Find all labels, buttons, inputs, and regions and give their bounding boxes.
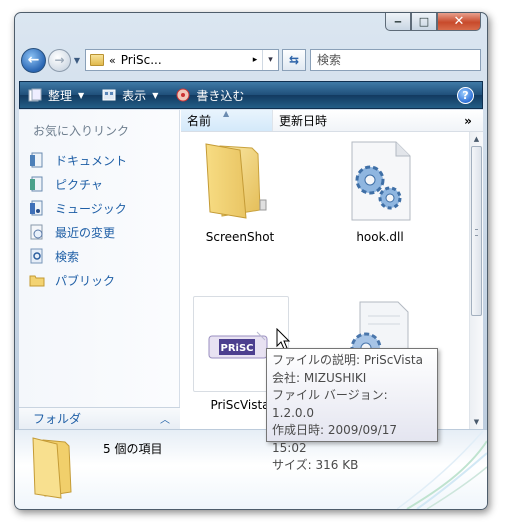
burn-label: 書き込む — [196, 88, 245, 103]
burn-button[interactable]: 書き込む — [176, 87, 244, 104]
search-icon — [30, 248, 43, 264]
chevron-down-icon: ▼ — [78, 90, 85, 100]
favorite-label: ピクチャ — [55, 177, 103, 192]
music-icon — [30, 200, 43, 216]
folders-toggle[interactable]: フォルダ ︿ — [19, 407, 180, 429]
favorite-recent[interactable]: 最近の変更 — [29, 220, 127, 244]
vertical-scrollbar[interactable]: ▲ ▼ — [469, 132, 483, 429]
favorite-label: ドキュメント — [55, 153, 128, 168]
breadcrumb-overflow-chevron[interactable]: « — [109, 54, 116, 67]
organize-icon — [28, 88, 42, 102]
navigation-pane: お気に入りリンク ドキュメント ピクチャ ミュージック 最近の変更 検索 パブリ… — [19, 110, 180, 429]
favorite-label: パブリック — [55, 273, 116, 288]
navigation-row: ← → ▼ « PriSc... ▸ ▾ ⇆ 検索 — [21, 47, 481, 73]
column-name[interactable]: ▲ 名前 — [181, 109, 273, 131]
address-dropdown[interactable]: ▾ — [262, 50, 278, 70]
folder-icon — [90, 54, 104, 66]
folder-icon — [205, 143, 267, 219]
recent-icon — [30, 224, 43, 240]
tooltip-description: ファイルの説明: PriScVista — [272, 353, 423, 367]
file-item-hook-dll[interactable]: hook.dll — [325, 140, 435, 250]
folders-label: フォルダ — [33, 412, 82, 426]
favorite-public[interactable]: パブリック — [29, 268, 127, 292]
sort-ascending-icon: ▲ — [223, 109, 230, 118]
column-name-label: 名前 — [187, 114, 212, 128]
maximize-icon: □ — [418, 15, 430, 28]
help-button[interactable]: ? — [457, 87, 474, 104]
recent-pages-dropdown[interactable]: ▼ — [71, 56, 83, 65]
favorite-search[interactable]: 検索 — [29, 244, 127, 268]
tooltip-company: 会社: MIZUSHIKI — [272, 370, 367, 385]
maximize-button[interactable]: □ — [411, 13, 437, 31]
column-header: ▲ 名前 更新日時 » — [181, 109, 483, 132]
back-button[interactable]: ← — [21, 47, 46, 73]
burn-disc-icon — [176, 88, 190, 102]
column-date-modified[interactable]: 更新日時 — [273, 110, 443, 131]
tooltip-version: ファイル バージョン: 1.2.0.0 — [272, 388, 388, 420]
more-columns-button[interactable]: » — [453, 110, 483, 131]
grip-icon — [475, 229, 478, 236]
back-arrow-icon: ← — [27, 52, 40, 68]
chevron-up-icon: ︿ — [160, 415, 170, 426]
organize-button[interactable]: 整理 ▼ — [28, 87, 84, 104]
item-count: 5 個の項目 — [103, 442, 163, 456]
close-icon: ✕ — [453, 14, 465, 29]
favorites-title: お気に入りリンク — [33, 124, 130, 138]
file-item-screenshot[interactable]: ScreenShot — [185, 140, 295, 250]
favorite-label: 最近の変更 — [55, 225, 116, 240]
views-button[interactable]: 表示 ▼ — [102, 87, 158, 104]
close-button[interactable]: ✕ — [437, 13, 481, 31]
forward-arrow-icon: → — [54, 53, 65, 67]
file-info-tooltip: ファイルの説明: PriScVista 会社: MIZUSHIKI ファイル バ… — [266, 348, 438, 472]
tooltip-created: 作成日時: 2009/09/17 15:02 — [272, 423, 398, 455]
favorite-label: ミュージック — [55, 201, 127, 216]
public-folder-icon — [29, 275, 45, 287]
views-icon — [102, 89, 116, 101]
scroll-down-arrow-icon[interactable]: ▼ — [470, 415, 483, 429]
folder-large-icon — [32, 437, 72, 499]
scroll-up-arrow-icon[interactable]: ▲ — [470, 132, 483, 146]
svg-text:PRiSC: PRiSC — [221, 343, 254, 354]
favorite-documents[interactable]: ドキュメント — [29, 148, 127, 172]
caption-buttons: ‒ □ ✕ — [385, 13, 481, 31]
minimize-icon: ‒ — [394, 15, 402, 28]
pictures-icon — [30, 176, 43, 192]
favorites-list: ドキュメント ピクチャ ミュージック 最近の変更 検索 パブリック — [29, 148, 127, 292]
file-name: hook.dll — [356, 230, 404, 244]
command-bar: 整理 ▼ 表示 ▼ 書き込む ? — [19, 81, 483, 109]
search-input[interactable]: 検索 — [310, 49, 481, 71]
organize-label: 整理 — [48, 88, 73, 103]
tooltip-size: サイズ: 316 KB — [272, 458, 359, 472]
favorite-pictures[interactable]: ピクチャ — [29, 172, 127, 196]
refresh-button[interactable]: ⇆ — [282, 49, 306, 71]
dll-file-icon — [351, 141, 411, 221]
views-label: 表示 — [122, 88, 147, 103]
column-date-label: 更新日時 — [279, 114, 328, 128]
scrollbar-thumb[interactable] — [471, 146, 482, 316]
minimize-button[interactable]: ‒ — [385, 13, 411, 31]
chevron-down-icon: ▼ — [152, 90, 159, 100]
forward-button[interactable]: → — [48, 48, 71, 72]
breadcrumb-arrow-icon[interactable]: ▸ — [248, 55, 262, 65]
breadcrumb-current[interactable]: PriSc... — [121, 53, 248, 67]
file-name: ScreenShot — [205, 230, 275, 244]
documents-icon — [30, 152, 43, 168]
address-bar[interactable]: « PriSc... ▸ ▾ — [85, 49, 279, 71]
priscvista-app-icon: PRiSC — [208, 331, 268, 359]
favorite-label: 検索 — [55, 249, 80, 264]
favorite-music[interactable]: ミュージック — [29, 196, 127, 220]
refresh-icon: ⇆ — [288, 53, 300, 67]
